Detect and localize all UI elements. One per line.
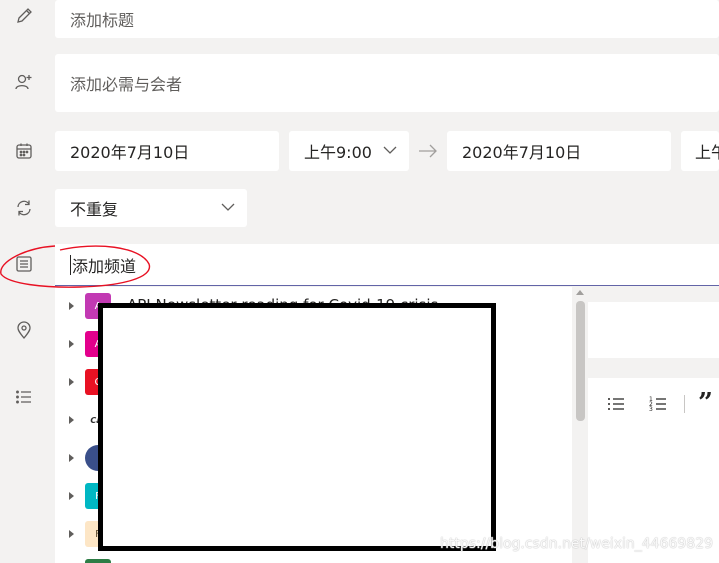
scroll-thumb[interactable] xyxy=(576,301,585,421)
title-placeholder: 添加标题 xyxy=(70,11,135,30)
expand-triangle-icon[interactable] xyxy=(69,302,74,310)
expand-triangle-icon[interactable] xyxy=(69,492,74,500)
expand-triangle-icon[interactable] xyxy=(69,416,74,424)
chevron-down-icon xyxy=(383,146,397,154)
start-date-picker[interactable]: 2020年7月10日 xyxy=(55,131,279,171)
title-input[interactable]: 添加标题 xyxy=(55,0,719,38)
scroll-up-arrow-icon[interactable] xyxy=(576,290,584,295)
numbered-list-icon[interactable]: 1 2 3 xyxy=(648,394,668,414)
chevron-down-icon xyxy=(221,203,235,211)
svg-text:3: 3 xyxy=(649,406,653,413)
attendees-placeholder: 添加必需与会者 xyxy=(70,75,183,94)
dropdown-scrollbar[interactable] xyxy=(572,287,587,563)
edit-title-icon xyxy=(0,6,48,26)
description-header xyxy=(588,302,719,358)
watermark-text: https://blog.csdn.net/weixin_44669829 xyxy=(440,536,714,552)
end-date-picker[interactable]: 2020年7月10日 xyxy=(447,131,671,171)
repeat-value: 不重复 xyxy=(70,200,119,219)
add-attendee-icon xyxy=(0,72,48,92)
arrow-right-icon xyxy=(419,144,437,158)
redaction-box xyxy=(98,303,496,551)
start-time-select[interactable]: 上午9:00 xyxy=(289,131,409,171)
annotation-circle xyxy=(0,245,151,288)
bullet-list-icon[interactable] xyxy=(606,394,626,414)
calendar-icon xyxy=(0,141,48,161)
repeat-icon xyxy=(0,198,48,218)
start-date-value: 2020年7月10日 xyxy=(70,143,190,162)
location-icon xyxy=(0,320,48,340)
expand-triangle-icon[interactable] xyxy=(69,530,74,538)
repeat-select[interactable]: 不重复 xyxy=(55,189,247,227)
end-date-value: 2020年7月10日 xyxy=(462,143,582,162)
expand-triangle-icon[interactable] xyxy=(69,340,74,348)
expand-triangle-icon[interactable] xyxy=(69,378,74,386)
end-time-value: 上午 xyxy=(695,143,719,162)
attendees-input[interactable]: 添加必需与会者 xyxy=(55,54,719,112)
team-avatar xyxy=(85,559,111,563)
channel-list-item[interactable] xyxy=(55,553,572,563)
details-list-icon xyxy=(0,387,48,407)
start-time-value: 上午9:00 xyxy=(304,143,372,162)
toolbar-separator xyxy=(684,395,685,413)
end-time-select[interactable]: 上午 xyxy=(681,131,719,171)
expand-triangle-icon[interactable] xyxy=(69,454,74,462)
quote-icon[interactable]: ” xyxy=(698,388,713,418)
